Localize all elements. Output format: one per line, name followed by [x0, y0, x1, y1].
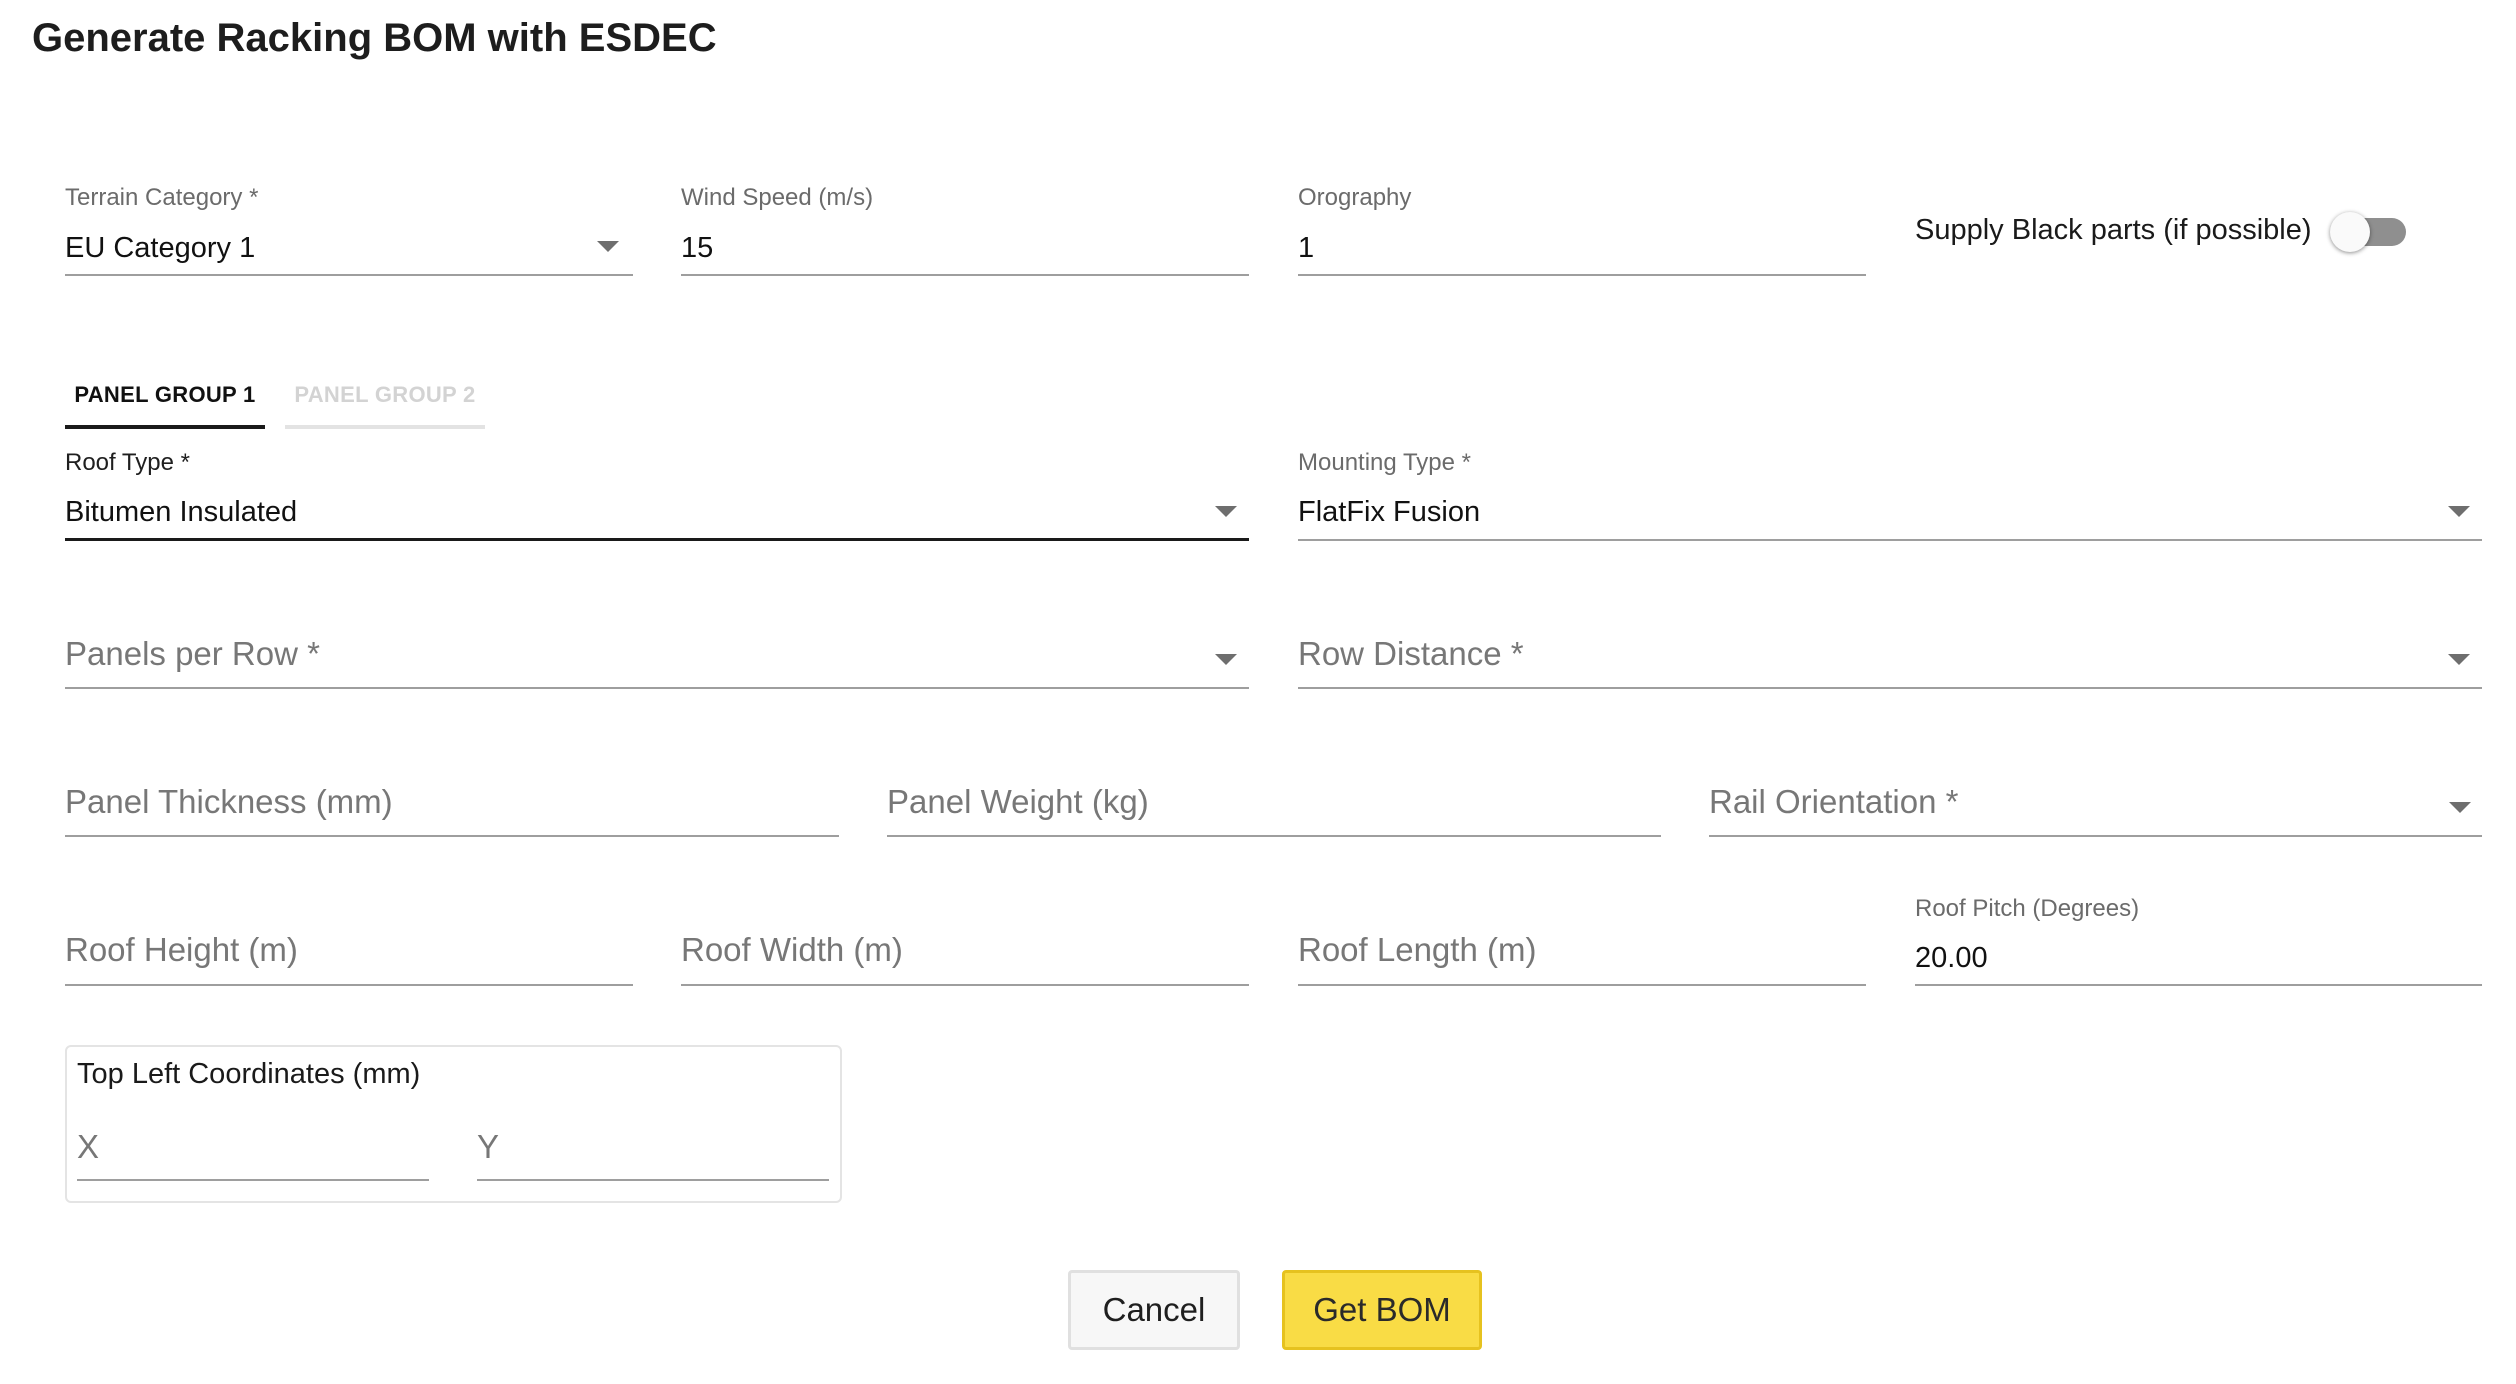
supply-black-parts-label: Supply Black parts (if possible): [1915, 214, 2312, 246]
roof-type-value: Bitumen Insulated: [65, 496, 298, 528]
roof-pitch-value: 20.00: [1915, 942, 1988, 974]
toggle-thumb[interactable]: [2330, 212, 2370, 252]
chevron-down-icon: [2449, 802, 2471, 813]
wind-speed-value: 15: [681, 232, 714, 264]
dialog-title: Generate Racking BOM with ESDEC: [32, 16, 717, 60]
panel-thickness-field[interactable]: Panel Thickness (mm): [65, 778, 839, 848]
terrain-category-select[interactable]: Terrain Category * EU Category 1: [65, 180, 633, 280]
orography-underline: [1298, 274, 1866, 276]
coordinate-y-underline: [477, 1179, 829, 1181]
tab-panel-group-1-indicator: [65, 425, 265, 429]
panels-per-row-placeholder: Panels per Row *: [65, 635, 320, 672]
wind-speed-field[interactable]: Wind Speed (m/s) 15: [681, 180, 1249, 280]
mounting-type-label: Mounting Type *: [1298, 449, 1472, 476]
tab-panel-group-2-indicator: [285, 425, 485, 429]
roof-pitch-field[interactable]: Roof Pitch (Degrees) 20.00: [1915, 893, 2482, 993]
panels-per-row-underline: [65, 687, 1249, 689]
orography-value: 1: [1298, 232, 1315, 264]
tab-panel-group-2[interactable]: PANEL GROUP 2: [285, 380, 485, 410]
row-distance-placeholder: Row Distance *: [1298, 635, 1524, 672]
chevron-down-icon: [1215, 654, 1237, 665]
chevron-down-icon: [1215, 506, 1237, 517]
wind-speed-label: Wind Speed (m/s): [681, 184, 874, 211]
roof-pitch-label: Roof Pitch (Degrees): [1915, 895, 2140, 922]
coordinate-y-field[interactable]: Y: [477, 1127, 829, 1187]
chevron-down-icon: [597, 241, 619, 252]
roof-pitch-underline: [1915, 984, 2482, 986]
top-left-coordinates-label: Top Left Coordinates (mm): [77, 1058, 421, 1090]
chevron-down-icon: [2448, 654, 2470, 665]
roof-length-placeholder: Roof Length (m): [1298, 931, 1537, 968]
roof-type-select[interactable]: Roof Type * Bitumen Insulated: [65, 448, 1249, 548]
panel-weight-underline: [887, 835, 1661, 837]
roof-height-underline: [65, 984, 633, 986]
terrain-category-value: EU Category 1: [65, 232, 256, 264]
row-distance-select[interactable]: Row Distance *: [1298, 630, 2482, 700]
mounting-type-select[interactable]: Mounting Type * FlatFix Fusion: [1298, 448, 2482, 548]
get-bom-button[interactable]: Get BOM: [1282, 1270, 1482, 1350]
panel-thickness-placeholder: Panel Thickness (mm): [65, 783, 393, 820]
coordinate-x-placeholder: X: [77, 1128, 100, 1165]
panels-per-row-select[interactable]: Panels per Row *: [65, 630, 1249, 700]
roof-type-underline: [65, 538, 1249, 541]
roof-width-underline: [681, 984, 1249, 986]
coordinate-x-field[interactable]: X: [77, 1127, 429, 1187]
roof-length-underline: [1298, 984, 1866, 986]
rail-orientation-underline: [1709, 835, 2482, 837]
top-left-coordinates-group: Top Left Coordinates (mm) X Y: [65, 1045, 842, 1203]
panel-weight-placeholder: Panel Weight (kg): [887, 783, 1149, 820]
orography-label: Orography: [1298, 184, 1412, 211]
wind-speed-underline: [681, 274, 1249, 276]
roof-height-field[interactable]: Roof Height (m): [65, 926, 633, 996]
mounting-type-value: FlatFix Fusion: [1298, 496, 1481, 528]
roof-width-placeholder: Roof Width (m): [681, 931, 903, 968]
chevron-down-icon: [2448, 506, 2470, 517]
mounting-type-underline: [1298, 539, 2482, 541]
row-distance-underline: [1298, 687, 2482, 689]
roof-length-field[interactable]: Roof Length (m): [1298, 926, 1866, 996]
panel-thickness-underline: [65, 835, 839, 837]
tab-panel-group-1[interactable]: PANEL GROUP 1: [65, 380, 265, 410]
terrain-category-label: Terrain Category *: [65, 184, 259, 211]
rail-orientation-placeholder: Rail Orientation *: [1709, 783, 1959, 820]
roof-type-label: Roof Type *: [65, 449, 190, 476]
cancel-button[interactable]: Cancel: [1068, 1270, 1240, 1350]
roof-height-placeholder: Roof Height (m): [65, 931, 298, 968]
coordinate-y-placeholder: Y: [477, 1128, 500, 1165]
orography-field[interactable]: Orography 1: [1298, 180, 1866, 280]
roof-width-field[interactable]: Roof Width (m): [681, 926, 1249, 996]
panel-weight-field[interactable]: Panel Weight (kg): [887, 778, 1661, 848]
terrain-category-underline: [65, 274, 633, 276]
rail-orientation-select[interactable]: Rail Orientation *: [1709, 778, 2482, 848]
coordinate-x-underline: [77, 1179, 429, 1181]
